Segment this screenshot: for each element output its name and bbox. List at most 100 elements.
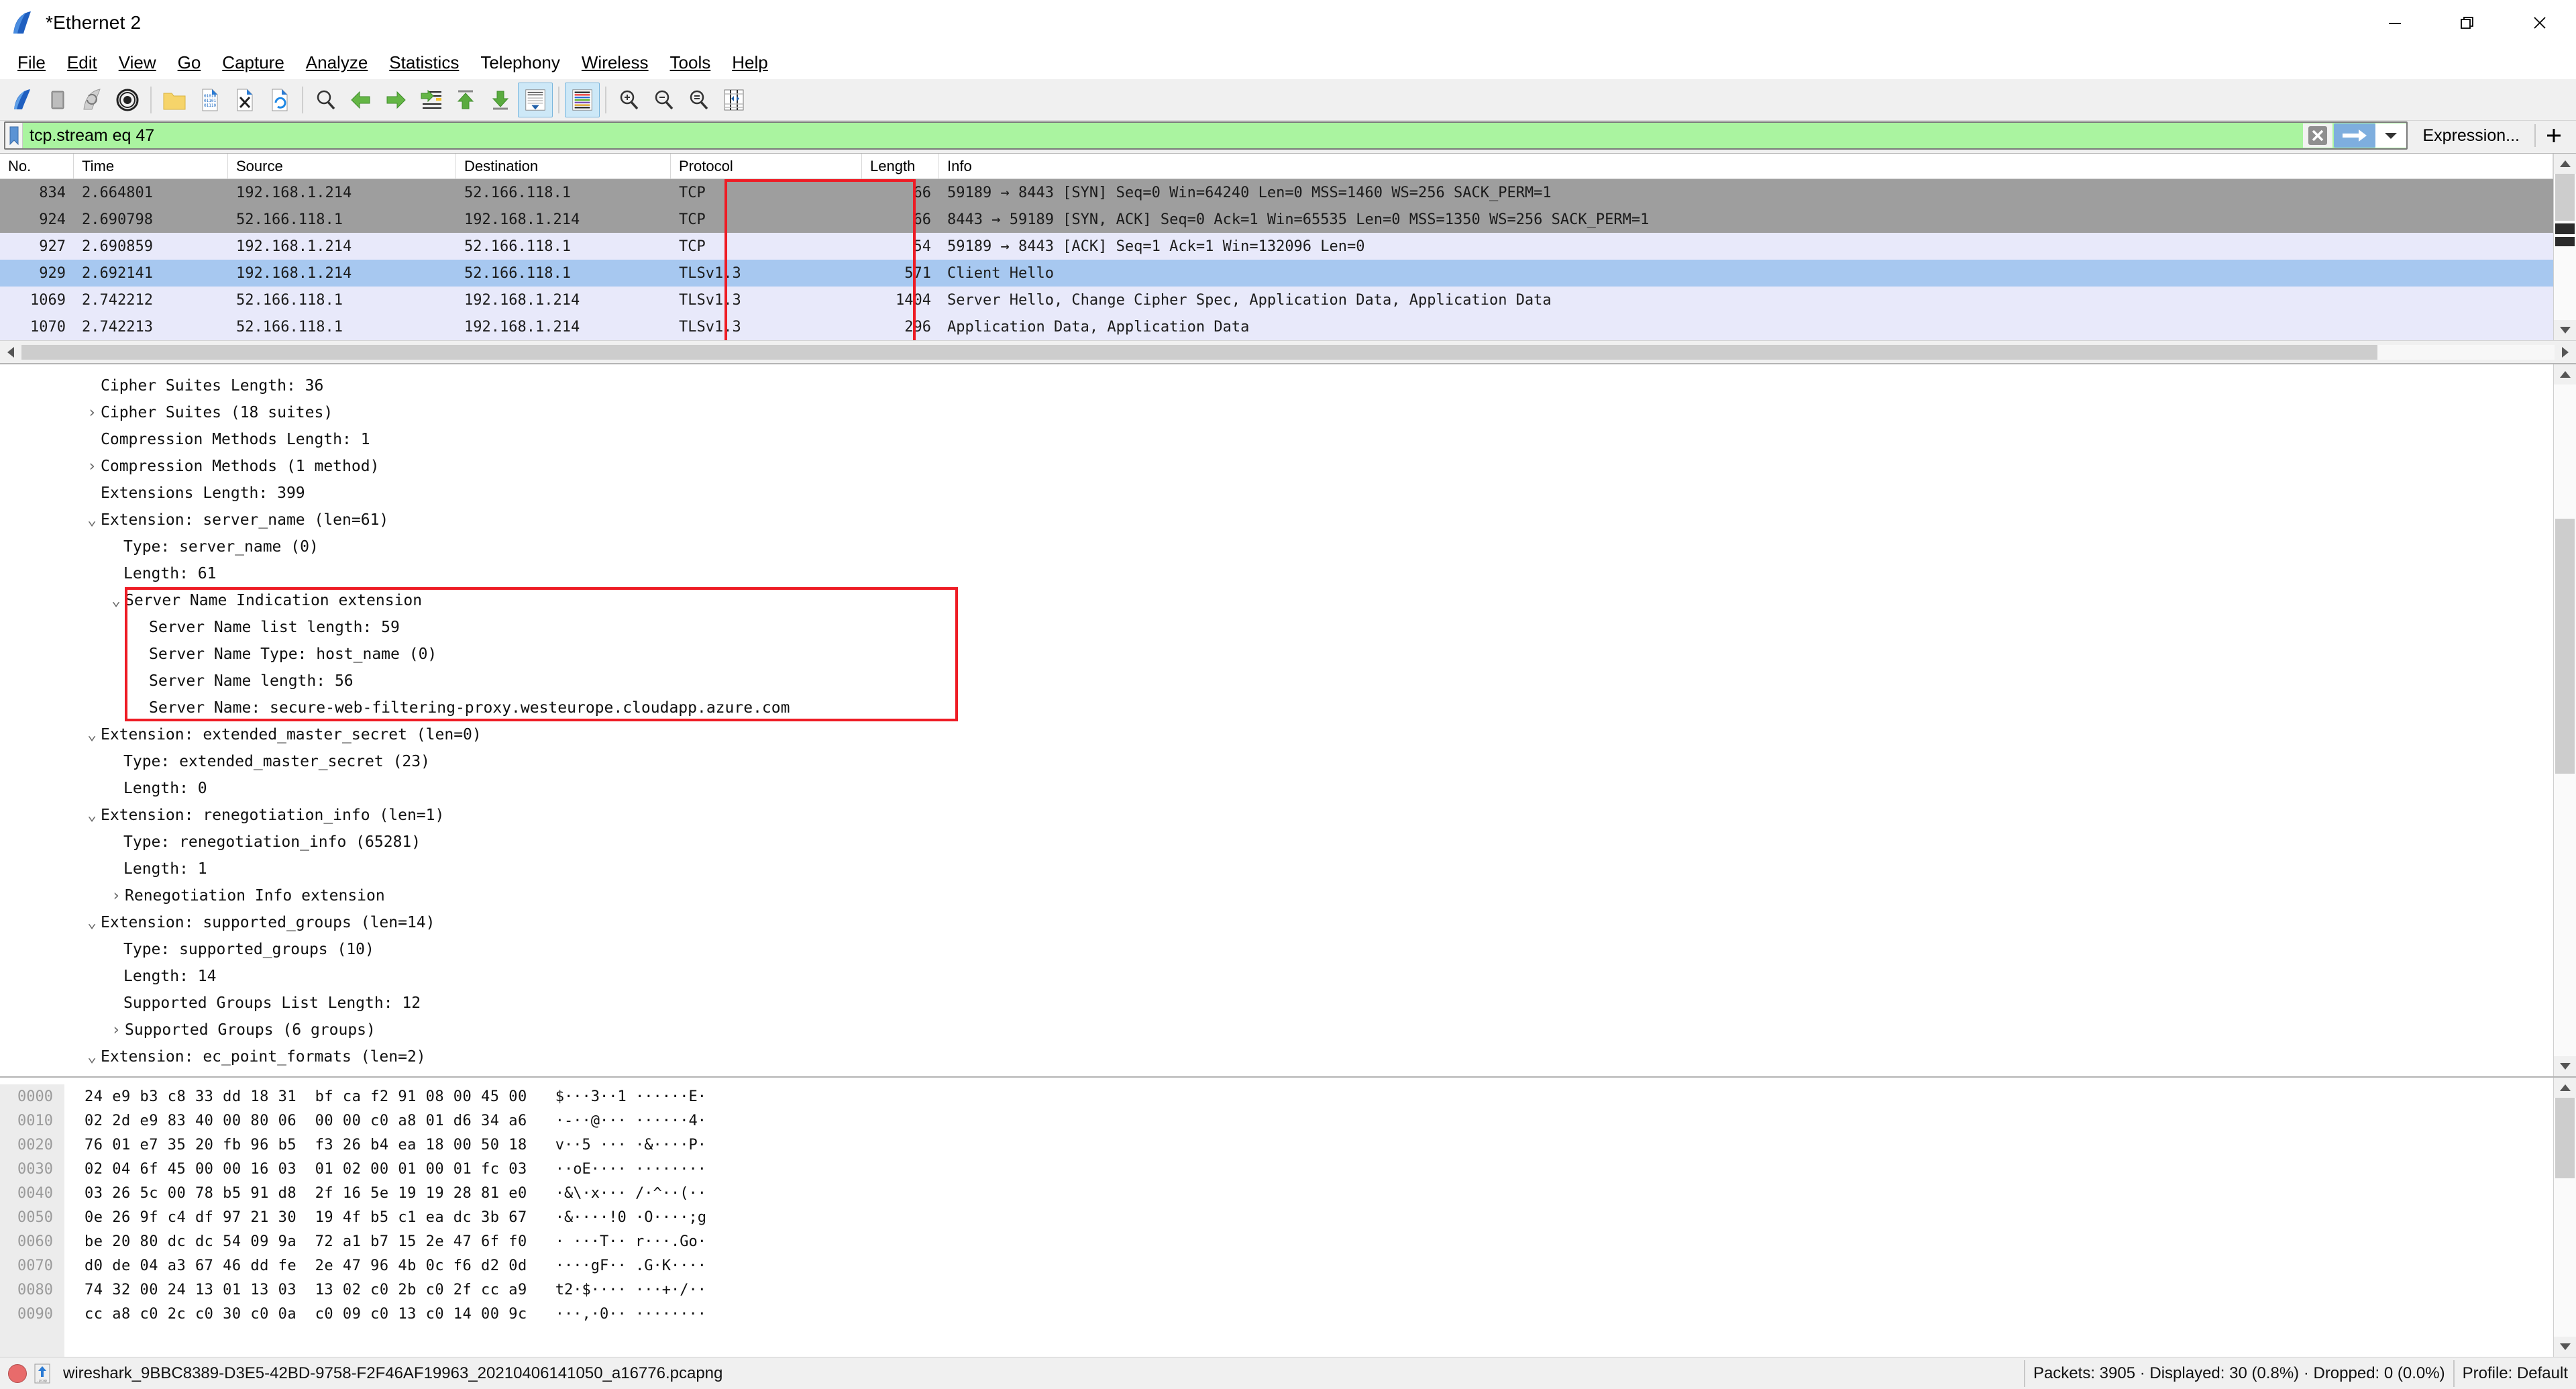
column-header-length[interactable]: Length (862, 154, 939, 178)
go-last-packet-icon[interactable] (483, 83, 518, 117)
list-item[interactable]: ⌄ Extension: extended_master_secret (len=… (0, 721, 2553, 748)
menu-statistics[interactable]: Statistics (378, 50, 470, 75)
list-item[interactable]: 0080 74 32 00 24 13 01 13 03 13 02 c0 2b … (0, 1278, 2553, 1302)
chevron-right-icon[interactable]: › (83, 458, 101, 475)
status-profile[interactable]: Profile: Default (2455, 1357, 2576, 1389)
scroll-up-icon[interactable] (2554, 154, 2576, 174)
column-header-time[interactable]: Time (74, 154, 228, 178)
chevron-down-icon[interactable]: ⌄ (83, 1048, 101, 1066)
close-file-icon[interactable] (227, 83, 262, 117)
list-item[interactable]: › Renegotiation Info extension (0, 882, 2553, 909)
capture-file-properties-icon[interactable]: .pcap (34, 1364, 51, 1384)
list-item[interactable]: Length: 14 (0, 963, 2553, 990)
hscroll-right-icon[interactable] (2555, 342, 2576, 363)
colorize-packets-icon[interactable] (565, 82, 600, 117)
zoom-reset-icon[interactable] (682, 83, 716, 117)
scroll-thumb[interactable] (2555, 174, 2575, 221)
list-item[interactable]: Server Name length: 56 (0, 668, 2553, 694)
list-item[interactable]: Type: ec_point_formats (11) (0, 1070, 2553, 1076)
plus-icon[interactable] (2536, 122, 2572, 149)
list-item[interactable]: ⌄ Extension: renegotiation_info (len=1) (0, 802, 2553, 829)
menu-go[interactable]: Go (167, 50, 212, 75)
go-back-icon[interactable] (343, 83, 378, 117)
list-item[interactable]: 0090 cc a8 c0 2c c0 30 c0 0a c0 09 c0 13 … (0, 1302, 2553, 1326)
apply-filter-arrow-icon[interactable] (2334, 123, 2376, 148)
menu-help[interactable]: Help (721, 50, 778, 75)
zoom-in-icon[interactable] (612, 83, 647, 117)
go-first-packet-icon[interactable] (448, 83, 483, 117)
scroll-track[interactable] (2554, 1098, 2576, 1337)
packet-list-scrollbar[interactable] (2553, 154, 2576, 340)
display-filter-field-wrap[interactable] (4, 121, 2408, 150)
list-item[interactable]: 0030 02 04 6f 45 00 00 16 03 01 02 00 01 … (0, 1157, 2553, 1181)
chevron-down-icon[interactable]: ⌄ (107, 592, 125, 609)
go-forward-icon[interactable] (378, 83, 413, 117)
hex-pane-scrollbar[interactable] (2553, 1078, 2576, 1357)
column-header-no[interactable]: No. (0, 154, 74, 178)
list-item[interactable]: Cipher Suites Length: 36 (0, 372, 2553, 399)
chevron-right-icon[interactable]: › (107, 1021, 125, 1039)
menu-telephony[interactable]: Telephony (470, 50, 571, 75)
scroll-down-icon[interactable] (2554, 320, 2576, 340)
scroll-thumb[interactable] (2555, 519, 2575, 774)
table-row[interactable]: 924 2.690798 52.166.118.1 192.168.1.214 … (0, 206, 2553, 233)
table-row[interactable]: 927 2.690859 192.168.1.214 52.166.118.1 … (0, 233, 2553, 260)
list-item[interactable]: 0040 03 26 5c 00 78 b5 91 d8 2f 16 5e 19 … (0, 1181, 2553, 1205)
list-item[interactable]: Type: server_name (0) (0, 533, 2553, 560)
list-item[interactable]: › Supported Groups (6 groups) (0, 1017, 2553, 1043)
table-row[interactable]: 834 2.664801 192.168.1.214 52.166.118.1 … (0, 179, 2553, 206)
list-item[interactable]: Compression Methods Length: 1 (0, 426, 2553, 453)
menu-view[interactable]: View (108, 50, 167, 75)
save-file-icon[interactable]: 01010 01101 01110 (192, 83, 227, 117)
clear-filter-icon[interactable] (2303, 123, 2333, 148)
list-item[interactable]: ⌄ Extension: supported_groups (len=14) (0, 909, 2553, 936)
list-item[interactable]: Supported Groups List Length: 12 (0, 990, 2553, 1017)
column-header-source[interactable]: Source (228, 154, 456, 178)
list-item[interactable]: Type: supported_groups (10) (0, 936, 2553, 963)
hscroll-track[interactable] (21, 344, 2555, 360)
column-header-protocol[interactable]: Protocol (671, 154, 862, 178)
list-item[interactable]: Extensions Length: 399 (0, 480, 2553, 507)
close-icon[interactable] (2504, 0, 2576, 46)
hex-dump[interactable]: 0000 24 e9 b3 c8 33 dd 18 31 bf ca f2 91 … (0, 1078, 2553, 1357)
scroll-up-icon[interactable] (2554, 364, 2576, 384)
chevron-down-icon[interactable]: ⌄ (83, 511, 101, 529)
maximize-restore-icon[interactable] (2431, 0, 2504, 46)
packet-detail-scrollbar[interactable] (2553, 364, 2576, 1076)
filter-bookmark-icon[interactable] (5, 123, 23, 148)
list-item[interactable]: Length: 61 (0, 560, 2553, 587)
list-item[interactable]: ⌄ Extension: server_name (len=61) (0, 507, 2553, 533)
auto-scroll-icon[interactable] (518, 82, 553, 117)
capture-options-icon[interactable] (110, 83, 145, 117)
list-item[interactable]: Type: renegotiation_info (65281) (0, 829, 2553, 856)
list-item[interactable]: Length: 0 (0, 775, 2553, 802)
list-item[interactable]: Server Name Type: host_name (0) (0, 641, 2553, 668)
menu-file[interactable]: File (7, 50, 56, 75)
table-row[interactable]: 1069 2.742212 52.166.118.1 192.168.1.214… (0, 287, 2553, 313)
list-item[interactable]: 0050 0e 26 9f c4 df 97 21 30 19 4f b5 c1 … (0, 1205, 2553, 1229)
scroll-down-icon[interactable] (2554, 1337, 2576, 1357)
list-item[interactable]: 0070 d0 de 04 a3 67 46 dd fe 2e 47 96 4b … (0, 1253, 2553, 1278)
list-item[interactable]: › Cipher Suites (18 suites) (0, 399, 2553, 426)
list-item[interactable]: 0020 76 01 e7 35 20 fb 96 b5 f3 26 b4 ea … (0, 1133, 2553, 1157)
chevron-down-icon[interactable] (2375, 123, 2407, 148)
menu-wireless[interactable]: Wireless (571, 50, 659, 75)
list-item[interactable]: 0010 02 2d e9 83 40 00 80 06 00 00 c0 a8 … (0, 1109, 2553, 1133)
scroll-track[interactable] (2554, 384, 2576, 1056)
chevron-down-icon[interactable]: ⌄ (83, 726, 101, 743)
chevron-down-icon[interactable]: ⌄ (83, 807, 101, 824)
hscroll-thumb[interactable] (21, 344, 2377, 360)
list-item[interactable]: ⌄ Extension: ec_point_formats (len=2) (0, 1043, 2553, 1070)
list-item[interactable]: ⌄ Server Name Indication extension (0, 587, 2553, 614)
expert-info-dot-icon[interactable] (8, 1364, 27, 1383)
table-row[interactable]: 1070 2.742213 52.166.118.1 192.168.1.214… (0, 313, 2553, 340)
list-item[interactable]: 0060 be 20 80 dc dc 54 09 9a 72 a1 b7 15 … (0, 1229, 2553, 1253)
chevron-right-icon[interactable]: › (83, 404, 101, 421)
display-filter-input[interactable] (23, 123, 2304, 148)
column-header-destination[interactable]: Destination (456, 154, 671, 178)
list-item[interactable]: Type: extended_master_secret (23) (0, 748, 2553, 775)
chevron-right-icon[interactable]: › (107, 887, 125, 905)
chevron-down-icon[interactable]: ⌄ (83, 914, 101, 931)
scroll-up-icon[interactable] (2554, 1078, 2576, 1098)
list-item[interactable]: Length: 1 (0, 856, 2553, 882)
